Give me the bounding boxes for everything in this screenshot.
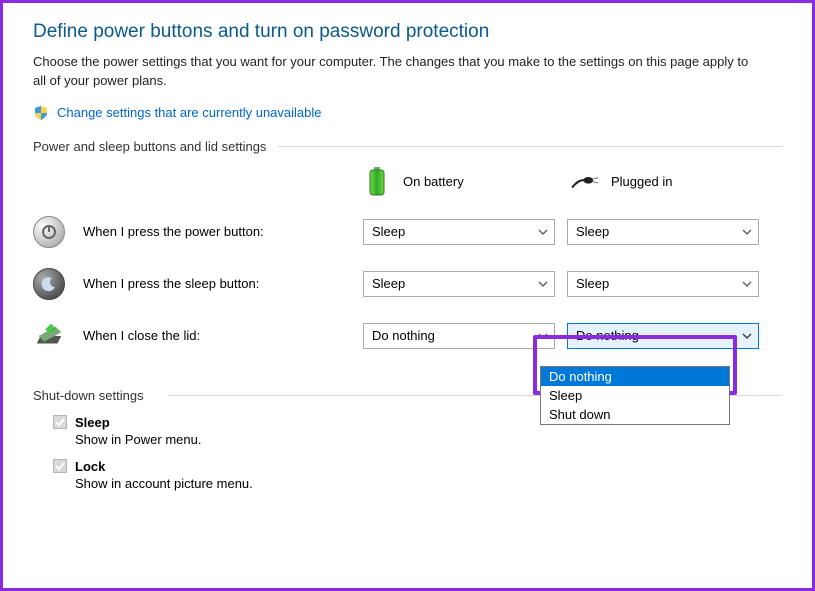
checkbox-sleep-label: Sleep (75, 415, 110, 430)
power-button-icon (33, 216, 65, 248)
page-subtitle: Choose the power settings that you want … (33, 53, 753, 91)
power-options-panel: Define power buttons and turn on passwor… (0, 0, 815, 591)
chevron-down-icon (742, 281, 752, 287)
battery-icon (363, 166, 391, 198)
dropdown-option-sleep[interactable]: Sleep (541, 386, 729, 405)
checkbox-sleep[interactable] (53, 415, 67, 429)
header-plugged-label: Plugged in (611, 174, 672, 189)
header-battery-label: On battery (403, 174, 464, 189)
select-power-battery[interactable]: Sleep (363, 219, 555, 245)
chevron-down-icon (538, 333, 548, 339)
select-lid-plugged-dropdown[interactable]: Do nothing Sleep Shut down (540, 366, 730, 425)
dropdown-option-shut-down[interactable]: Shut down (541, 405, 729, 424)
select-lid-battery[interactable]: Do nothing (363, 323, 555, 349)
sleep-button-icon (33, 268, 65, 300)
select-lid-plugged[interactable]: Do nothing (567, 323, 759, 349)
lid-icon (33, 320, 65, 352)
checkbox-sleep-desc: Show in Power menu. (75, 432, 782, 447)
checkbox-lock-row: Lock (53, 459, 782, 474)
checkbox-lock[interactable] (53, 459, 67, 473)
row-sleep-label: When I press the sleep button: (83, 276, 363, 291)
row-close-lid: When I close the lid: Do nothing Do noth… (33, 320, 782, 352)
chevron-down-icon (742, 229, 752, 235)
row-power-label: When I press the power button: (83, 224, 363, 239)
row-sleep-button: When I press the sleep button: Sleep Sle… (33, 268, 782, 300)
header-on-battery: On battery (363, 166, 563, 198)
select-power-plugged[interactable]: Sleep (567, 219, 759, 245)
change-settings-link[interactable]: Change settings that are currently unava… (57, 105, 322, 120)
select-sleep-plugged[interactable]: Sleep (567, 271, 759, 297)
page-title: Define power buttons and turn on passwor… (33, 21, 782, 43)
column-headers: On battery Plugged in (33, 166, 782, 198)
checkbox-lock-desc: Show in account picture menu. (75, 476, 782, 491)
row-lid-label: When I close the lid: (83, 328, 363, 343)
dropdown-option-do-nothing[interactable]: Do nothing (541, 367, 729, 386)
header-plugged-in: Plugged in (571, 166, 771, 198)
chevron-down-icon (742, 333, 752, 339)
chevron-down-icon (538, 229, 548, 235)
plug-icon (571, 166, 599, 198)
chevron-down-icon (538, 281, 548, 287)
shield-icon (33, 105, 49, 121)
checkbox-lock-label: Lock (75, 459, 105, 474)
select-sleep-battery[interactable]: Sleep (363, 271, 555, 297)
change-settings-row[interactable]: Change settings that are currently unava… (33, 105, 782, 121)
row-power-button: When I press the power button: Sleep Sle… (33, 216, 782, 248)
section-power-sleep-label: Power and sleep buttons and lid settings (33, 139, 782, 154)
